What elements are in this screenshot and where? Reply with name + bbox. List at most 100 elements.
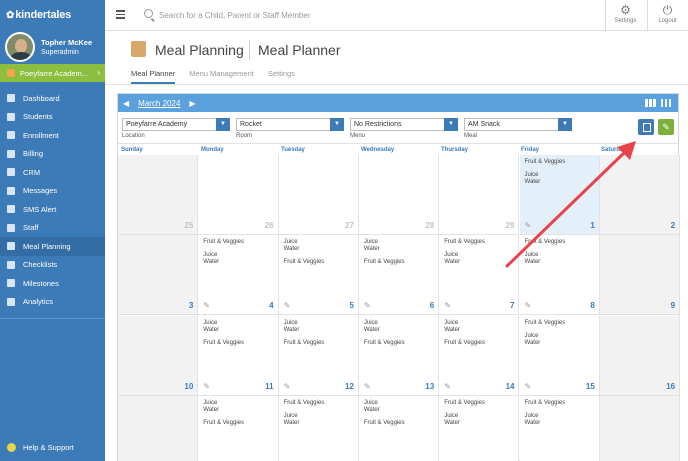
- tab-menu-management[interactable]: Menu Management: [189, 69, 254, 84]
- calendar-day-cell[interactable]: Fruit & Veggies Juice Water: [519, 395, 600, 461]
- edit-day-icon[interactable]: ✎: [364, 301, 371, 310]
- sidebar-item-checklists[interactable]: Checklists: [0, 256, 105, 275]
- page-subtitle: Meal Planner: [258, 42, 341, 58]
- calendar-day-cell[interactable]: Fruit & Veggies Juice Water: [278, 395, 359, 461]
- meal-item: Water: [524, 419, 541, 426]
- edit-day-icon[interactable]: ✎: [364, 382, 371, 391]
- meal-item: Fruit & Veggies: [524, 159, 566, 165]
- filter-location: Poeyfarre Academy ▼ Location: [122, 118, 230, 139]
- calendar-day-cell[interactable]: 10: [118, 315, 199, 396]
- calendar-day-cell[interactable]: 2: [599, 155, 681, 235]
- settings-button[interactable]: ⚙ Settings: [605, 0, 645, 31]
- calendar-day-cell[interactable]: Juice Water Fruit & Veggies: [198, 395, 279, 461]
- location-select[interactable]: Poeyfarre Academy ▼: [122, 118, 230, 131]
- search-input[interactable]: [159, 8, 459, 22]
- menu-select[interactable]: No Restrictions ▼: [350, 118, 458, 131]
- day-number: 4: [269, 301, 274, 311]
- sidebar-item-staff[interactable]: Staff: [0, 219, 105, 238]
- calendar-day-cell[interactable]: 3: [118, 235, 199, 316]
- calendar-day-cell[interactable]: Juice Water Fruit & Veggies ✎ 11: [198, 315, 279, 396]
- hamburger-menu-icon[interactable]: [116, 10, 125, 19]
- meal-item: Water: [524, 259, 541, 266]
- meal-item: Fruit & Veggies: [444, 239, 485, 246]
- calendar-day-cell[interactable]: 9: [599, 235, 681, 316]
- edit-day-icon[interactable]: ✎: [525, 382, 532, 391]
- staff-icon: [7, 223, 15, 232]
- kindertales-logo[interactable]: ✿ kindertales: [0, 0, 105, 30]
- calendar-day-cell[interactable]: Juice Water Fruit & Veggies ✎ 14: [439, 315, 520, 396]
- tab-meal-planner[interactable]: Meal Planner: [131, 69, 176, 84]
- calendar-day-cell[interactable]: Juice Water Fruit & Veggies ✎ 5: [278, 235, 359, 316]
- logout-button[interactable]: ⏻ Logout: [647, 0, 687, 31]
- calendar-day-cell[interactable]: Fruit & Veggies Juice Water ✎ 4: [198, 235, 279, 316]
- sidebar-item-meal-planning[interactable]: Meal Planning: [0, 237, 105, 256]
- calendar-day-cell[interactable]: Fruit & Veggies Juice Water ✎ 7: [439, 235, 520, 316]
- copy-menu-button[interactable]: [638, 119, 654, 135]
- calendar-day-cell[interactable]: [599, 395, 681, 461]
- sidebar-item-billing[interactable]: Billing: [0, 145, 105, 164]
- sidebar-item-enrollment[interactable]: Enrollment: [0, 126, 105, 145]
- school-selector[interactable]: Poeyfarre Academ... ›: [0, 64, 105, 82]
- sidebar-item-dashboard[interactable]: Dashboard: [0, 89, 105, 108]
- sidebar-divider: [0, 318, 105, 319]
- calendar-day-cell[interactable]: Fruit & Veggies Juice Water ✎ 8: [519, 235, 600, 316]
- sidebar-item-analytics[interactable]: Analytics: [0, 293, 105, 312]
- calendar-header: ◀ March 2024 ▶: [118, 94, 678, 112]
- sidebar-item-milestones[interactable]: Milestones: [0, 274, 105, 293]
- edit-day-icon[interactable]: ✎: [444, 382, 451, 391]
- calendar-day-cell[interactable]: Juice Water Fruit & Veggies ✎ 13: [358, 315, 440, 396]
- filter-label: Location: [122, 133, 145, 139]
- sidebar-item-crm[interactable]: CRM: [0, 163, 105, 182]
- sidebar-item-students[interactable]: Students: [0, 108, 105, 127]
- calendar-day-cell[interactable]: 27: [278, 155, 359, 235]
- user-profile[interactable]: Topher McKee Superadmin: [0, 30, 105, 64]
- edit-day-icon[interactable]: ✎: [284, 382, 291, 391]
- calendar-day-cell[interactable]: Juice Water Fruit & Veggies ✎ 12: [278, 315, 359, 396]
- calendar-day-cell[interactable]: 28: [358, 155, 440, 235]
- day-header: Saturday: [601, 147, 627, 153]
- page-header: Meal Planning Meal Planner Meal Planner M…: [105, 31, 688, 84]
- calendar-day-cell[interactable]: 16: [599, 315, 681, 396]
- next-month-icon[interactable]: ▶: [189, 99, 195, 108]
- calendar-day-cell[interactable]: 29: [439, 155, 520, 235]
- edit-day-icon[interactable]: ✎: [525, 301, 532, 310]
- sidebar-item-label: Students: [23, 112, 53, 122]
- week-view-icon[interactable]: [661, 99, 672, 107]
- day-number: 6: [429, 301, 435, 311]
- edit-day-icon[interactable]: ✎: [203, 382, 210, 391]
- calendar-day-cell[interactable]: Fruit & Veggies Juice Water ✎ 15: [519, 315, 600, 396]
- edit-day-icon[interactable]: ✎: [203, 301, 210, 310]
- help-support-link[interactable]: Help & Support: [7, 443, 74, 452]
- edit-day-icon[interactable]: ✎: [525, 221, 532, 230]
- sidebar: ✿ kindertales Topher McKee Superadmin Po…: [0, 0, 105, 461]
- calendar-day-cell[interactable]: 26: [198, 155, 279, 235]
- filter-room: Rocket ▼ Room: [236, 118, 344, 139]
- month-title[interactable]: March 2024: [138, 99, 180, 108]
- calendar-day-cell[interactable]: [118, 395, 199, 461]
- tab-settings[interactable]: Settings: [268, 69, 295, 84]
- calendar-day-cell[interactable]: Fruit & Veggies Juice Water ✎ 1: [519, 155, 600, 235]
- logout-label: Logout: [658, 18, 677, 24]
- analytics-icon: [7, 297, 15, 306]
- sidebar-item-label: Enrollment: [23, 130, 59, 140]
- calendar-day-cell[interactable]: 25: [118, 155, 199, 235]
- calendar-day-cell[interactable]: Juice Water Fruit & Veggies: [358, 395, 440, 461]
- room-select[interactable]: Rocket ▼: [236, 118, 344, 131]
- calendar-day-cell[interactable]: Fruit & Veggies Juice Water: [439, 395, 520, 461]
- sidebar-item-label: Meal Planning: [23, 241, 71, 251]
- day-number: 7: [510, 301, 515, 311]
- meal-item: Juice: [444, 319, 459, 326]
- day-number: 28: [425, 221, 435, 230]
- sidebar-item-messages[interactable]: Messages: [0, 182, 105, 201]
- sidebar-item-sms-alert[interactable]: SMS Alert: [0, 200, 105, 219]
- calendar-day-cell[interactable]: Juice Water Fruit & Veggies ✎ 6: [358, 235, 440, 316]
- edit-day-icon[interactable]: ✎: [444, 301, 451, 310]
- edit-day-icon[interactable]: ✎: [284, 301, 291, 310]
- logo-text: kindertales: [15, 9, 72, 21]
- grid-view-icon[interactable]: [645, 99, 656, 107]
- meal-item: Juice: [203, 319, 218, 326]
- edit-menu-button[interactable]: ✎: [658, 119, 674, 135]
- meal-planning-icon: [131, 41, 146, 57]
- meal-select[interactable]: AM Snack ▼: [464, 118, 572, 131]
- prev-month-icon[interactable]: ◀: [123, 99, 129, 108]
